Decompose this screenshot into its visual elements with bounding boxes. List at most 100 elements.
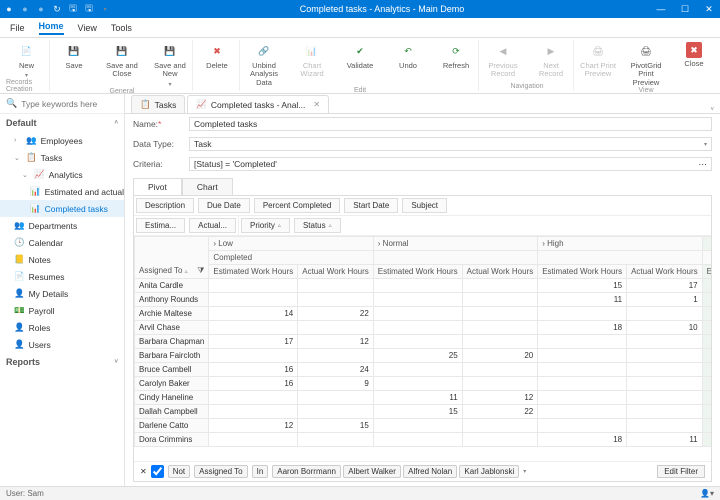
titlebar: ● ● ● ↻ 🖫 🖫 ▾ Completed tasks - Analytic…: [0, 0, 720, 18]
nav-group-default[interactable]: Default˄: [0, 114, 124, 132]
nav-estimated-actual[interactable]: 📊 Estimated and actual wor: [0, 183, 124, 200]
qat-refresh-icon[interactable]: ↻: [52, 4, 62, 14]
criteria-label: Criteria:: [133, 159, 183, 169]
close-window-button[interactable]: ✕: [702, 4, 716, 15]
group-edit: Edit: [354, 87, 366, 94]
nav-roles[interactable]: 👤 Roles: [0, 319, 124, 336]
tabs-overflow-icon[interactable]: ˅: [704, 107, 720, 113]
window-title: Completed tasks - Analytics - Main Demo: [110, 4, 654, 14]
filter-val[interactable]: Karl Jablonski: [459, 465, 519, 478]
qat-chevron-down-icon[interactable]: ▾: [100, 4, 110, 14]
field-description[interactable]: Description: [136, 198, 194, 213]
validate-icon: ✔: [351, 42, 369, 60]
name-field[interactable]: Completed tasks: [189, 117, 712, 131]
field-subject[interactable]: Subject: [402, 198, 447, 213]
tab-close-icon[interactable]: ✕: [313, 100, 320, 109]
subtab-chart[interactable]: Chart: [182, 178, 233, 195]
tab-completed[interactable]: 📈 Completed tasks - Anal...✕: [187, 95, 329, 113]
filter-field[interactable]: Assigned To: [194, 465, 247, 478]
filter-checkbox[interactable]: [151, 465, 164, 478]
save-close-icon: 💾: [113, 42, 131, 60]
filter-close-icon[interactable]: ✕: [140, 467, 147, 476]
undo-button[interactable]: ↶Undo: [388, 42, 428, 87]
field-due-date[interactable]: Due Date: [198, 198, 250, 213]
nav-payroll[interactable]: 💵 Payroll: [0, 302, 124, 319]
pivot-print-button[interactable]: 🖨PivotGrid Print Preview: [626, 42, 666, 87]
maximize-button[interactable]: ☐: [678, 4, 692, 15]
save-close-button[interactable]: 💾Save and Close: [102, 42, 142, 88]
nav-completed-tasks[interactable]: 📊 Completed tasks: [0, 200, 124, 217]
field-priority[interactable]: Priority ▵: [241, 218, 290, 233]
menubar: File Home View Tools: [0, 18, 720, 38]
minimize-button[interactable]: —: [654, 4, 668, 15]
qat-dot2[interactable]: ●: [20, 4, 30, 14]
new-icon: 📄: [18, 42, 36, 60]
qat-dot1[interactable]: ●: [4, 4, 14, 14]
filter-op[interactable]: In: [252, 465, 269, 478]
field-start-date[interactable]: Start Date: [344, 198, 398, 213]
save-button[interactable]: 💾Save: [54, 42, 94, 88]
nav-departments[interactable]: 👥 Departments: [0, 217, 124, 234]
tab-tasks[interactable]: 📋 Tasks: [131, 95, 185, 113]
nav-calendar[interactable]: 🕓 Calendar: [0, 234, 124, 251]
filter-not[interactable]: Not: [168, 465, 190, 478]
filter-val[interactable]: Alfred Nolan: [403, 465, 457, 478]
status-user: User: Sam: [6, 489, 44, 498]
nav-resumes[interactable]: 📄 Resumes: [0, 268, 124, 285]
save-new-button[interactable]: 💾Save and New▾: [150, 42, 190, 88]
validate-button[interactable]: ✔Validate: [340, 42, 380, 87]
search-icon: 🔍: [6, 98, 17, 109]
delete-button[interactable]: ✖Delete: [197, 42, 237, 70]
nav-users[interactable]: 👤 Users: [0, 336, 124, 353]
qat-save-icon[interactable]: 🖫: [68, 4, 78, 14]
field-estimated[interactable]: Estima...: [136, 218, 185, 233]
subtab-pivot[interactable]: Pivot: [133, 178, 182, 195]
field-percent-completed[interactable]: Percent Completed: [254, 198, 340, 213]
criteria-field[interactable]: [Status] = 'Completed'⋯: [189, 157, 712, 171]
subtabs: Pivot Chart: [125, 174, 720, 195]
nav-employees[interactable]: ›👥 Employees: [0, 132, 124, 149]
nav-my-details[interactable]: 👤 My Details: [0, 285, 124, 302]
unbind-button[interactable]: 🔗Unbind Analysis Data: [244, 42, 284, 87]
pivot-grid[interactable]: Assigned To ▵ ⧩› Low› Normal› HighGrand …: [134, 236, 711, 461]
quick-access-toolbar: ● ● ● ↻ 🖫 🖫 ▾: [4, 4, 110, 14]
menu-view[interactable]: View: [78, 23, 97, 33]
search-input[interactable]: [21, 99, 111, 109]
sidebar-search[interactable]: 🔍: [0, 94, 124, 114]
data-col-fields-row: Estima... Actual... Priority ▵ Status ▵: [134, 216, 711, 236]
refresh-icon: ⟳: [447, 42, 465, 60]
close-icon: ✖: [686, 42, 702, 58]
chart-wizard-icon: 📊: [303, 42, 321, 60]
nav-group-reports[interactable]: Reports˅: [0, 353, 124, 371]
menu-file[interactable]: File: [10, 23, 25, 33]
datatype-field[interactable]: Task▾: [189, 137, 712, 151]
qat-dot3[interactable]: ●: [36, 4, 46, 14]
menu-tools[interactable]: Tools: [111, 23, 132, 33]
filter-val[interactable]: Aaron Borrmann: [272, 465, 341, 478]
field-actual[interactable]: Actual...: [189, 218, 236, 233]
nav-analytics[interactable]: ⌄📈 Analytics: [0, 166, 124, 183]
prev-record-button: ◀Previous Record: [483, 42, 523, 79]
group-records-creation: Records Creation: [6, 79, 47, 93]
datatype-label: Data Type:: [133, 139, 183, 149]
status-user-icon[interactable]: 👤▾: [700, 489, 714, 498]
filter-fields-row: Description Due Date Percent Completed S…: [134, 196, 711, 216]
group-view: View: [638, 87, 653, 94]
menu-home[interactable]: Home: [39, 21, 64, 35]
chart-wizard-button: 📊Chart Wizard: [292, 42, 332, 87]
new-button[interactable]: 📄New▾: [7, 42, 47, 79]
main-area: 📋 Tasks 📈 Completed tasks - Anal...✕ ˅ N…: [125, 94, 720, 486]
undo-icon: ↶: [399, 42, 417, 60]
filter-more-icon[interactable]: ▾: [523, 468, 526, 475]
edit-filter-button[interactable]: Edit Filter: [657, 465, 705, 478]
field-status[interactable]: Status ▵: [294, 218, 341, 233]
chart-print-icon: 🖨: [589, 42, 607, 60]
nav-notes[interactable]: 📒 Notes: [0, 251, 124, 268]
unbind-icon: 🔗: [255, 42, 273, 60]
close-button[interactable]: ✖Close: [674, 42, 714, 87]
chevron-down-icon: ˅: [114, 359, 118, 365]
refresh-button[interactable]: ⟳Refresh: [436, 42, 476, 87]
nav-tasks[interactable]: ⌄📋 Tasks: [0, 149, 124, 166]
qat-saveclose-icon[interactable]: 🖫: [84, 4, 94, 14]
filter-val[interactable]: Albert Walker: [343, 465, 401, 478]
